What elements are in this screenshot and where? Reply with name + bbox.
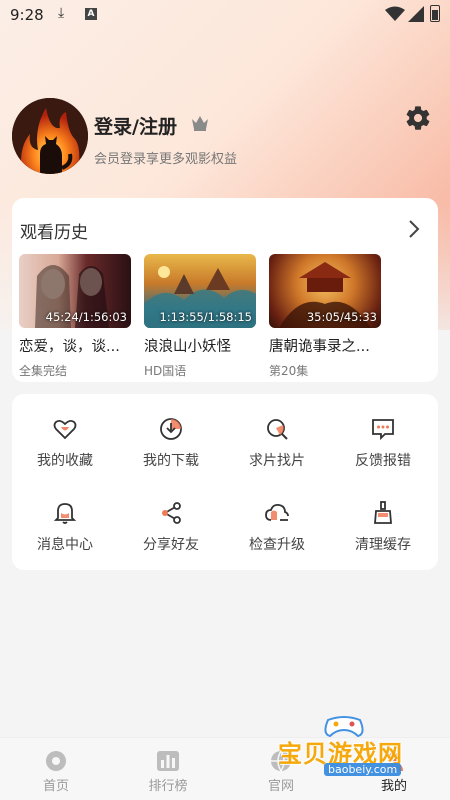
app-notification-icon: A [85,8,97,20]
watch-history-card: 观看历史 45:24/1:56:03 恋爱，谈，谈... 全集完结 1:13:5… [12,198,438,382]
download-icon [160,418,182,440]
history-subtitle: 第20集 [269,364,309,378]
menu-item-messages[interactable]: 消息中心 [12,500,118,554]
menu-item-label: 我的下载 [143,453,199,469]
watermark-url: baobeiy.com [324,763,402,776]
avatar[interactable] [12,98,88,174]
menu-item-label: 清理缓存 [355,537,411,553]
menu-item-clear-cache[interactable]: 清理缓存 [330,500,436,554]
menu-item-label: 求片找片 [249,453,305,469]
history-progress-time: 35:05/45:33 [306,310,377,324]
menu-item-share[interactable]: 分享好友 [118,500,224,554]
menu-item-label: 消息中心 [37,537,93,553]
menu-item-label: 我的收藏 [37,453,93,469]
wifi-icon [385,6,405,21]
broom-icon [374,501,392,524]
history-item[interactable]: 45:24/1:56:03 恋爱，谈，谈... 全集完结 [19,254,133,379]
tab-label: 排行榜 [148,779,188,794]
status-bar: 9:28 ⤓ A [0,0,450,32]
history-progress-time: 1:13:55/1:58:15 [159,310,252,324]
watch-history-title: 观看历史 [20,223,88,243]
history-thumbnail: 45:24/1:56:03 [19,254,131,328]
download-status-icon: ⤓ [58,5,65,21]
history-subtitle: HD国语 [144,364,187,378]
history-title: 唐朝诡事录之... [269,339,370,355]
ranking-icon [157,751,179,771]
feature-menu-card: 我的收藏 我的下载 求片找片 反馈报错 消息中心 分享好友 检查升级 清理缓存 [12,394,438,570]
heart-icon [53,419,77,440]
tab-ranking[interactable]: 排行榜 [112,738,224,800]
status-time: 9:28 [10,6,44,24]
login-register-link[interactable]: 登录/注册 [94,112,177,139]
feedback-icon [372,419,394,441]
tab-label: 首页 [42,779,69,794]
menu-item-downloads[interactable]: 我的下载 [118,416,224,470]
history-item[interactable]: 1:13:55/1:58:15 浪浪山小妖怪 HD国语 [144,254,258,379]
history-item[interactable]: 35:05/45:33 唐朝诡事录之... 第20集 [269,254,383,379]
battery-icon [430,5,440,22]
history-subtitle: 全集完结 [19,364,68,378]
history-progress-time: 45:24/1:56:03 [45,310,127,324]
menu-item-favorites[interactable]: 我的收藏 [12,416,118,470]
crown-icon [192,116,208,131]
search-film-icon [267,419,288,440]
tab-home[interactable]: 首页 [0,738,112,800]
menu-item-label: 检查升级 [249,537,305,553]
menu-item-feedback[interactable]: 反馈报错 [330,416,436,470]
history-thumbnail: 1:13:55/1:58:15 [144,254,256,328]
menu-item-request-film[interactable]: 求片找片 [224,416,330,470]
menu-item-label: 反馈报错 [355,453,411,469]
menu-item-check-update[interactable]: 检查升级 [224,500,330,554]
history-title: 浪浪山小妖怪 [144,339,231,355]
signal-icon [408,6,424,22]
cloud-upgrade-icon [265,503,289,521]
history-title: 恋爱，谈，谈... [19,339,120,355]
home-icon [46,751,66,771]
bell-icon [53,503,77,524]
history-thumbnail: 35:05/45:33 [269,254,381,328]
watermark-logo: 宝贝游戏网 baobeiy.com [272,712,422,782]
member-subtitle: 会员登录享更多观影权益 [94,152,238,167]
share-icon [162,502,181,524]
menu-item-label: 分享好友 [143,537,199,553]
chevron-right-icon[interactable] [406,218,422,240]
gear-icon[interactable] [404,104,432,132]
